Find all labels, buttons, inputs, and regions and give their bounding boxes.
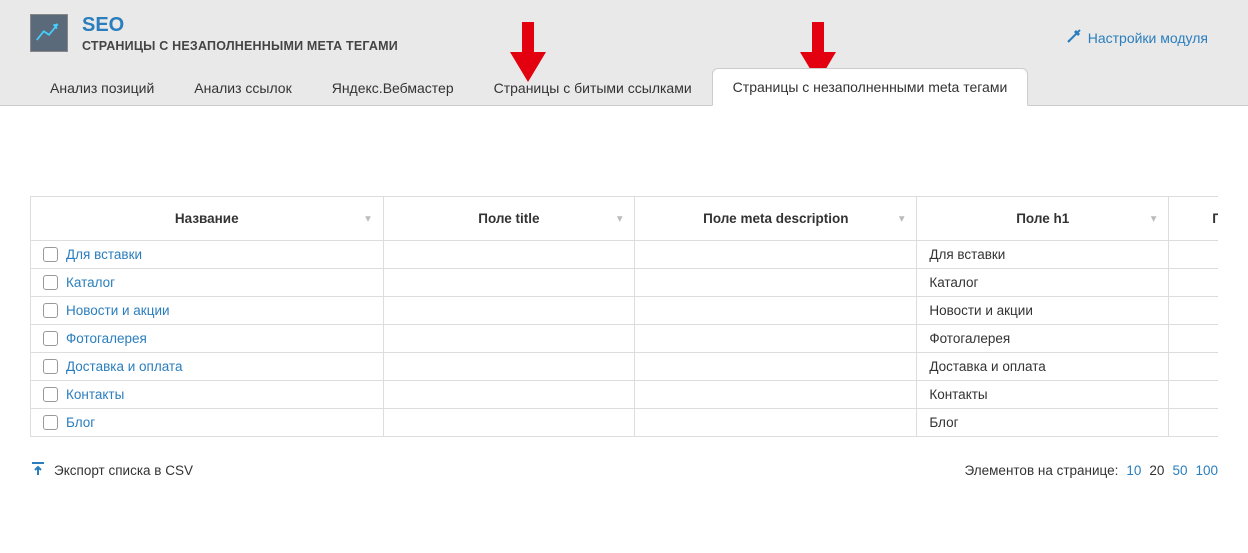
module-settings-link[interactable]: Настройки модуля: [1066, 28, 1208, 47]
table-row: Каталог Каталог: [31, 269, 1219, 297]
sort-icon: ▾: [365, 213, 370, 224]
table-row: Контакты Контакты: [31, 381, 1219, 409]
page-name-link[interactable]: Для вставки: [66, 247, 142, 262]
cell-title: [383, 325, 635, 353]
sort-icon: ▾: [617, 213, 622, 224]
page-name-link[interactable]: Блог: [66, 415, 95, 430]
table-row: Блог Блог: [31, 409, 1219, 437]
cell-extra: [1169, 381, 1218, 409]
cell-h1: Каталог: [917, 269, 1169, 297]
row-checkbox[interactable]: [43, 303, 58, 318]
page-size-10[interactable]: 10: [1126, 463, 1141, 478]
cell-meta: [635, 297, 917, 325]
settings-label: Настройки модуля: [1088, 30, 1208, 46]
cell-h1: Блог: [917, 409, 1169, 437]
row-checkbox[interactable]: [43, 359, 58, 374]
row-checkbox[interactable]: [43, 331, 58, 346]
cell-title: [383, 409, 635, 437]
cell-title: [383, 381, 635, 409]
cell-meta: [635, 409, 917, 437]
col-name[interactable]: Название▾: [31, 197, 384, 241]
app-icon: [30, 14, 68, 52]
col-title[interactable]: Поле title▾: [383, 197, 635, 241]
cell-title: [383, 241, 635, 269]
cell-extra: [1169, 241, 1218, 269]
page-name-link[interactable]: Доставка и оплата: [66, 359, 182, 374]
cell-h1: Новости и акции: [917, 297, 1169, 325]
page-subtitle: СТРАНИЦЫ С НЕЗАПОЛНЕННЫМИ МЕТА ТЕГАМИ: [82, 39, 1218, 53]
cell-h1: Для вставки: [917, 241, 1169, 269]
cell-h1: Доставка и оплата: [917, 353, 1169, 381]
cell-meta: [635, 353, 917, 381]
tools-icon: [1066, 28, 1082, 47]
page-size: Элементов на странице: 10 20 50 100: [965, 463, 1218, 478]
cell-title: [383, 297, 635, 325]
row-checkbox[interactable]: [43, 247, 58, 262]
export-icon: [30, 461, 46, 480]
sort-icon: ▾: [1151, 213, 1156, 224]
page-name-link[interactable]: Контакты: [66, 387, 124, 402]
export-csv-link[interactable]: Экспорт списка в CSV: [30, 461, 193, 480]
col-meta[interactable]: Поле meta description▾: [635, 197, 917, 241]
cell-extra: [1169, 325, 1218, 353]
sort-icon: ▾: [899, 213, 904, 224]
cell-extra: [1169, 353, 1218, 381]
col-extra[interactable]: Поле: [1169, 197, 1218, 241]
cell-meta: [635, 381, 917, 409]
table-scroll[interactable]: Название▾ Поле title▾ Поле meta descript…: [30, 196, 1218, 437]
page-name-link[interactable]: Каталог: [66, 275, 115, 290]
table-row: Доставка и оплата Доставка и оплата: [31, 353, 1219, 381]
cell-extra: [1169, 269, 1218, 297]
tabs: Анализ позиций Анализ ссылок Яндекс.Вебм…: [30, 67, 1218, 105]
cell-title: [383, 353, 635, 381]
table-row: Фотогалерея Фотогалерея: [31, 325, 1219, 353]
page-size-100[interactable]: 100: [1195, 463, 1218, 478]
col-h1[interactable]: Поле h1▾: [917, 197, 1169, 241]
cell-h1: Контакты: [917, 381, 1169, 409]
pager-label: Элементов на странице:: [965, 463, 1119, 478]
tab-empty-meta[interactable]: Страницы с незаполненными meta тегами: [712, 68, 1029, 106]
table-row: Новости и акции Новости и акции: [31, 297, 1219, 325]
row-checkbox[interactable]: [43, 387, 58, 402]
cell-meta: [635, 269, 917, 297]
cell-extra: [1169, 409, 1218, 437]
tab-links[interactable]: Анализ ссылок: [174, 70, 311, 106]
cell-meta: [635, 241, 917, 269]
page-size-50[interactable]: 50: [1172, 463, 1187, 478]
page-name-link[interactable]: Фотогалерея: [66, 331, 147, 346]
export-label: Экспорт списка в CSV: [54, 463, 193, 478]
cell-title: [383, 269, 635, 297]
tab-broken-links[interactable]: Страницы с битыми ссылками: [474, 70, 712, 106]
cell-extra: [1169, 297, 1218, 325]
tab-yandex-webmaster[interactable]: Яндекс.Вебмастер: [312, 70, 474, 106]
row-checkbox[interactable]: [43, 415, 58, 430]
page-size-20: 20: [1149, 463, 1164, 478]
cell-h1: Фотогалерея: [917, 325, 1169, 353]
page-title: SEO: [82, 14, 1218, 37]
row-checkbox[interactable]: [43, 275, 58, 290]
tab-positions[interactable]: Анализ позиций: [30, 70, 174, 106]
table-row: Для вставки Для вставки: [31, 241, 1219, 269]
pages-table: Название▾ Поле title▾ Поле meta descript…: [30, 196, 1218, 437]
page-name-link[interactable]: Новости и акции: [66, 303, 170, 318]
cell-meta: [635, 325, 917, 353]
